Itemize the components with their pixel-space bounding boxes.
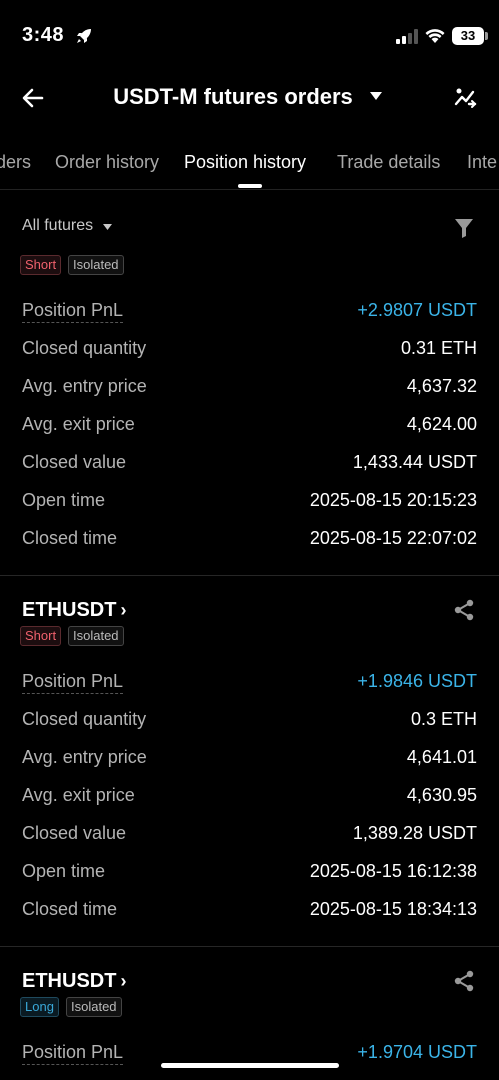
tab-interest[interactable]: Inte <box>467 152 497 173</box>
value-open-time: 2025-08-15 16:12:38 <box>309 861 477 881</box>
label-closed-time: Closed time <box>22 528 118 548</box>
value-closed-quantity: 0.3 ETH <box>410 709 477 729</box>
tab-position-history[interactable]: Position history <box>184 152 306 173</box>
share-icon[interactable] <box>453 970 475 992</box>
row-position-pnl: Position PnL +1.9846 USDT <box>0 671 499 709</box>
label-closed-quantity: Closed quantity <box>22 709 147 729</box>
value-position-pnl: +1.9704 USDT <box>357 1042 477 1062</box>
chevron-right-icon: › <box>120 971 127 991</box>
label-position-pnl[interactable]: Position PnL <box>22 1042 124 1065</box>
value-closed-value: 1,433.44 USDT <box>352 452 477 472</box>
label-avg-exit-price: Avg. exit price <box>22 785 135 805</box>
header: USDT-M futures orders <box>0 72 499 124</box>
label-closed-value: Closed value <box>22 823 127 843</box>
page-title[interactable]: USDT-M futures orders <box>0 84 466 110</box>
tab-orders[interactable]: ders <box>0 152 31 173</box>
label-open-time: Open time <box>22 490 106 510</box>
label-closed-time: Closed time <box>22 899 118 919</box>
value-closed-time: 2025-08-15 22:07:02 <box>309 528 477 548</box>
side-badge-long: Long <box>20 997 59 1017</box>
home-indicator[interactable] <box>161 1063 339 1068</box>
value-closed-quantity: 0.31 ETH <box>400 338 477 358</box>
row-position-pnl: Position PnL +1.9704 USDT <box>0 1042 499 1080</box>
symbol-name: ETHUSDT <box>22 970 117 992</box>
cellular-signal-icon <box>396 29 418 44</box>
value-closed-time: 2025-08-15 18:34:13 <box>309 899 477 919</box>
status-bar: 3:48 33 <box>0 0 499 72</box>
share-icon[interactable] <box>453 599 475 621</box>
label-avg-exit-price: Avg. exit price <box>22 414 135 434</box>
value-open-time: 2025-08-15 20:15:23 <box>309 490 477 510</box>
filter-funnel-icon[interactable] <box>454 217 474 239</box>
filter-row: All futures <box>0 205 499 247</box>
row-closed-time: Closed time 2025-08-15 22:07:02 <box>0 528 499 566</box>
value-closed-value: 1,389.28 USDT <box>352 823 477 843</box>
chevron-down-icon[interactable] <box>103 224 112 230</box>
active-tab-indicator <box>238 184 262 188</box>
rocket-icon <box>77 29 91 43</box>
row-avg-exit-price: Avg. exit price 4,630.95 <box>0 785 499 823</box>
share-route-icon[interactable] <box>452 84 478 110</box>
side-badge-short: Short <box>20 626 62 646</box>
card-symbol-link[interactable]: ETHUSDT › <box>22 599 126 622</box>
futures-filter-dropdown[interactable]: All futures <box>22 217 93 235</box>
battery-level: 33 <box>452 27 484 45</box>
row-closed-quantity: Closed quantity 0.3 ETH <box>0 709 499 747</box>
label-avg-entry-price: Avg. entry price <box>22 376 147 396</box>
card-divider <box>0 575 499 576</box>
row-avg-entry-price: Avg. entry price 4,641.01 <box>0 747 499 785</box>
label-closed-quantity: Closed quantity <box>22 338 147 358</box>
margin-badge-isolated: Isolated <box>66 997 122 1017</box>
margin-badge-isolated: Isolated <box>68 626 124 646</box>
tab-trade-details[interactable]: Trade details <box>337 152 440 173</box>
row-open-time: Open time 2025-08-15 16:12:38 <box>0 861 499 899</box>
label-closed-value: Closed value <box>22 452 127 472</box>
card-divider <box>0 946 499 947</box>
row-avg-exit-price: Avg. exit price 4,624.00 <box>0 414 499 452</box>
chevron-right-icon: › <box>120 600 127 620</box>
value-avg-entry-price: 4,641.01 <box>406 747 477 767</box>
title-dropdown-caret-icon[interactable] <box>370 92 382 100</box>
label-avg-entry-price: Avg. entry price <box>22 747 147 767</box>
row-closed-quantity: Closed quantity 0.31 ETH <box>0 338 499 376</box>
value-avg-exit-price: 4,624.00 <box>406 414 477 434</box>
tab-order-history[interactable]: Order history <box>55 152 159 173</box>
battery-tip <box>485 32 488 40</box>
row-closed-value: Closed value 1,389.28 USDT <box>0 823 499 861</box>
row-closed-value: Closed value 1,433.44 USDT <box>0 452 499 490</box>
row-closed-time: Closed time 2025-08-15 18:34:13 <box>0 899 499 937</box>
value-position-pnl: +2.9807 USDT <box>357 300 477 320</box>
status-time: 3:48 <box>22 24 65 46</box>
value-avg-entry-price: 4,637.32 <box>406 376 477 396</box>
label-position-pnl[interactable]: Position PnL <box>22 671 124 694</box>
value-avg-exit-price: 4,630.95 <box>406 785 477 805</box>
wifi-icon <box>425 29 445 43</box>
row-avg-entry-price: Avg. entry price 4,637.32 <box>0 376 499 414</box>
symbol-name: ETHUSDT <box>22 599 117 621</box>
row-position-pnl: Position PnL +2.9807 USDT <box>0 300 499 338</box>
tab-bar: ders Order history Position history Trad… <box>0 140 499 190</box>
label-open-time: Open time <box>22 861 106 881</box>
value-position-pnl: +1.9846 USDT <box>357 671 477 691</box>
margin-badge-isolated: Isolated <box>68 255 124 275</box>
label-position-pnl[interactable]: Position PnL <box>22 300 124 323</box>
row-open-time: Open time 2025-08-15 20:15:23 <box>0 490 499 528</box>
card-symbol-link[interactable]: ETHUSDT › <box>22 970 126 993</box>
side-badge-short: Short <box>20 255 62 275</box>
